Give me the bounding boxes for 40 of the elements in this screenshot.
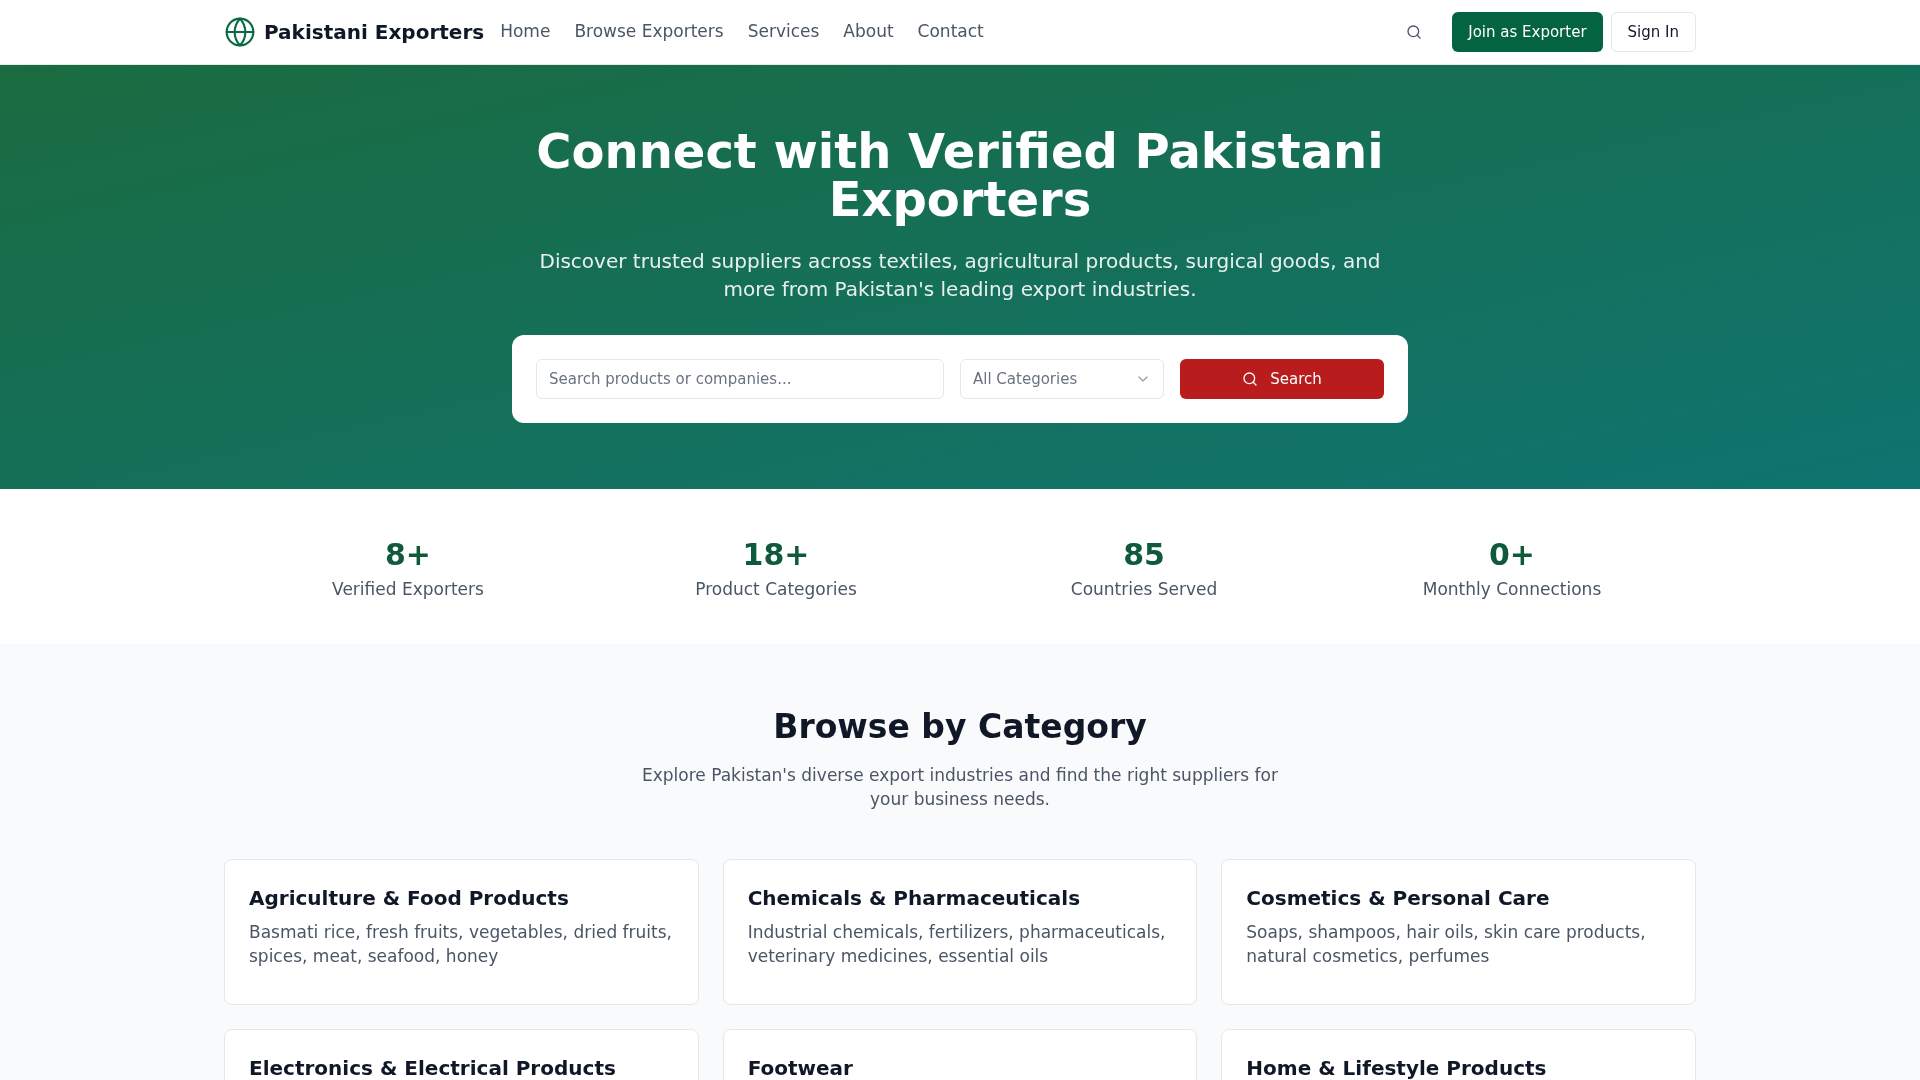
card-title: Footwear	[747, 1055, 854, 1080]
search-icon	[1406, 24, 1423, 40]
card-description: Soaps, shampoos, hair oils, skin care products, natural cosmetics, perfumes	[1246, 921, 1647, 968]
search-icon	[1242, 371, 1259, 387]
nav-link[interactable]: Services	[747, 19, 820, 45]
stat-label: Product Categories	[695, 578, 857, 601]
section-title: Browse by Category	[772, 707, 1148, 747]
card-title: Chemicals & Pharmaceuticals	[747, 885, 1082, 912]
nav-link[interactable]: About	[843, 19, 894, 45]
stat-value: 18+	[742, 537, 810, 573]
card-title: Home & Lifestyle Products	[1246, 1055, 1548, 1080]
card-description: Basmati rice, fresh fruits, vegetables, dried fruits, spices, meat, seafood, honey	[249, 921, 673, 968]
stat-label: Monthly Connections	[1422, 578, 1602, 601]
hero-subtitle: Discover trusted suppliers across textiles, agricultural products, surgical goods, and more from Pakistan's leading export industries.	[538, 248, 1382, 303]
globe-icon	[224, 16, 256, 48]
category-card[interactable]: Chemicals & Pharmaceuticals Industrial chemicals, fertilizers, pharmaceuticals, veterinary medicines, essential oils	[722, 859, 1198, 1005]
stat-label: Verified Exporters	[332, 578, 484, 601]
nav-link[interactable]: Browse Exporters	[574, 19, 724, 45]
stat-value: 0+	[1489, 537, 1535, 573]
sign-in-button[interactable]: Sign In	[1610, 12, 1696, 52]
site-logo[interactable]: Pakistani Exporters	[264, 18, 485, 46]
category-card[interactable]: Home & Lifestyle Products	[1221, 1029, 1696, 1080]
category-card[interactable]: Electronics & Electrical Products	[224, 1029, 699, 1080]
stat-value: 85	[1123, 537, 1165, 573]
search-field[interactable]: Search products or companies...	[536, 359, 944, 399]
stat-value: 8+	[385, 537, 431, 573]
card-title: Cosmetics & Personal Care	[1246, 885, 1551, 912]
search-submit-button[interactable]: Search	[1180, 359, 1384, 399]
category-card[interactable]: Agriculture & Food Products Basmati rice, fresh fruits, vegetables, dried fruits, spices, meat, seafood, honey	[224, 859, 699, 1005]
category-card[interactable]: Cosmetics & Personal Care Soaps, shampoos, hair oils, skin care products, natural cosmetics, perfumes	[1221, 859, 1696, 1005]
category-card[interactable]: Footwear	[722, 1029, 1198, 1080]
card-title: Electronics & Electrical Products	[249, 1055, 617, 1080]
nav-link[interactable]: Contact	[917, 19, 984, 45]
card-description: Industrial chemicals, fertilizers, pharmaceuticals, veterinary medicines, essential oils	[747, 921, 1167, 968]
join-button[interactable]: Join as Exporter	[1452, 12, 1603, 52]
stat-label: Countries Served	[1070, 578, 1218, 601]
card-title: Agriculture & Food Products	[249, 885, 570, 912]
category-select[interactable]: All Categories	[960, 359, 1164, 399]
nav-link[interactable]: Home	[500, 19, 551, 45]
section-subtitle: Explore Pakistan's diverse export industries and find the right suppliers for your business needs.	[641, 764, 1279, 811]
